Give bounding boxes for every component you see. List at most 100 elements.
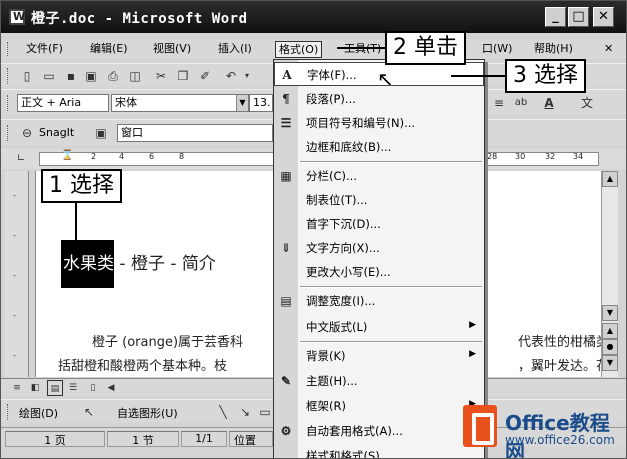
autoshapes-button[interactable]: 自选图形(U) (117, 405, 178, 421)
select-objects-icon[interactable]: ↖ (81, 404, 97, 420)
menu-item-asian-layout[interactable]: 中文版式(L) ▶ (274, 315, 484, 339)
status-position: 位置 (229, 431, 273, 447)
maximize-button[interactable]: □ (568, 7, 589, 27)
menu-view[interactable]: 视图(V) (150, 41, 194, 58)
menu-item-label: 框架(R) (306, 399, 346, 413)
document-heading[interactable]: 水果类 - 橙子 - 简介 (61, 240, 216, 288)
rectangle-icon[interactable]: ▭ (257, 404, 273, 420)
indent-marker[interactable]: ⌛ (61, 150, 73, 161)
highlight-icon[interactable]: ab (513, 95, 529, 111)
normal-view-icon[interactable]: ≡ (9, 380, 25, 396)
arrow-icon[interactable]: ↘ (237, 404, 253, 420)
menu-item-frames[interactable]: 框架(R) ▶ (274, 394, 484, 418)
format-menu-dropdown: A 字体(F)... ¶ 段落(P)... ☰ 项目符号和编号(N)... 边框… (273, 59, 485, 458)
open-folder-icon[interactable]: ▭ (41, 68, 57, 84)
menu-help[interactable]: 帮助(H) (531, 41, 576, 58)
toolbar-grip[interactable] (7, 68, 10, 84)
menu-item-background[interactable]: 背景(K) ▶ (274, 344, 484, 368)
new-document-icon[interactable]: ▯ (19, 68, 35, 84)
menu-format[interactable]: 格式(O) (275, 41, 323, 58)
scroll-up-icon[interactable]: ▲ (602, 171, 618, 187)
ruler-tick: - (13, 271, 16, 280)
font-select[interactable]: 宋体 ▼ (111, 94, 249, 112)
menu-item-theme[interactable]: ✎ 主题(H)... (274, 369, 484, 393)
ruler-tick: - (13, 191, 16, 200)
draw-menu-button[interactable]: 绘图(D) (19, 405, 58, 421)
menu-separator (300, 341, 482, 343)
menu-item-label: 分栏(C)... (306, 169, 357, 183)
menu-item-columns[interactable]: ▦ 分栏(C)... (274, 164, 484, 188)
tab-selector-icon[interactable]: ∟ (13, 151, 29, 167)
mouse-cursor-icon: ↖ (377, 67, 394, 91)
align-icon[interactable]: ≡ (491, 95, 507, 111)
callout-line (451, 75, 505, 77)
snagit-icon[interactable]: ⊖ (19, 125, 35, 141)
selected-text[interactable]: 水果类 (61, 240, 114, 288)
menu-item-label: 段落(P)... (306, 92, 356, 106)
menu-item-drop-cap[interactable]: 首字下沉(D)... (274, 212, 484, 236)
menu-tools[interactable]: 工具(T) (341, 41, 384, 58)
toolbar-grip[interactable] (7, 404, 10, 420)
menu-item-styles-formatting[interactable]: 样式和格式(S)... (274, 444, 484, 458)
minimize-button[interactable]: _ (545, 7, 566, 27)
menu-item-fit-text[interactable]: ▤ 调整宽度(I)... (274, 289, 484, 313)
next-page-icon[interactable]: ▼ (602, 355, 618, 371)
menu-file[interactable]: 文件(F) (23, 41, 66, 58)
print-preview-icon[interactable]: ◫ (127, 68, 143, 84)
select-browse-object-icon[interactable]: ● (602, 339, 618, 355)
menu-item-change-case[interactable]: 更改大小写(E)... (274, 260, 484, 284)
chevron-down-icon[interactable]: ▼ (236, 95, 248, 111)
font-size-select[interactable]: 13. (249, 94, 273, 112)
capture-icon[interactable]: ▣ (93, 125, 109, 141)
save-icon[interactable]: ▪ (63, 68, 79, 84)
style-select[interactable]: 正文 + Aria (17, 94, 109, 112)
menu-insert[interactable]: 插入(I) (215, 41, 255, 58)
snagit-label[interactable]: SnagIt (39, 126, 74, 139)
vertical-scrollbar[interactable]: ▲ ▼ ▲ ● ▼ (601, 171, 618, 377)
paragraph-line-1-right: 代表性的柑橘类 (518, 335, 601, 350)
close-document-button[interactable]: ✕ (601, 41, 616, 58)
previous-page-icon[interactable]: ▲ (602, 323, 618, 339)
scroll-left-icon[interactable]: ◀ (103, 380, 119, 396)
callout-line (75, 203, 77, 247)
menu-item-autoformat[interactable]: ⚙ 自动套用格式(A)... (274, 419, 484, 443)
menu-item-bullets-numbering[interactable]: ☰ 项目符号和编号(N)... (274, 111, 484, 135)
vertical-ruler[interactable]: - - - - - (5, 171, 29, 377)
heading-rest: - 橙子 - 简介 (114, 254, 216, 274)
outline-view-icon[interactable]: ☰ (65, 380, 81, 396)
menu-item-label: 更改大小写(E)... (306, 265, 391, 279)
menu-item-text-direction[interactable]: ⇓ 文字方向(X)... (274, 236, 484, 260)
font-size-value: 13. (253, 96, 271, 109)
format-painter-icon[interactable]: ✐ (197, 68, 213, 84)
print-layout-icon[interactable]: ▤ (47, 380, 63, 396)
toolbar-grip[interactable] (7, 125, 10, 141)
menu-window[interactable]: 口(W) (479, 41, 515, 58)
callout-step-3: 3 选择 (505, 59, 586, 93)
menu-item-label: 主题(H)... (306, 374, 358, 388)
toolbar-grip[interactable] (7, 42, 10, 56)
copy-icon[interactable]: ❐ (175, 68, 191, 84)
capture-mode-select[interactable]: 窗口 (117, 124, 273, 142)
callout-step-1: 1 选择 (41, 169, 122, 203)
menu-item-label: 字体(F)... (307, 68, 357, 82)
print-icon[interactable]: ⎙ (105, 68, 121, 84)
cut-icon[interactable]: ✂ (153, 68, 169, 84)
menu-item-borders-shading[interactable]: 边框和底纹(B)... (274, 135, 484, 159)
toolbar-grip[interactable] (7, 95, 10, 111)
undo-icon[interactable]: ↶ (223, 68, 239, 84)
reading-view-icon[interactable]: ▯ (85, 380, 101, 396)
menu-item-tabs[interactable]: 制表位(T)... (274, 188, 484, 212)
ruler-number: 8 (179, 152, 185, 161)
phonetic-guide-icon[interactable]: 文 (579, 95, 595, 111)
word-app-icon[interactable] (9, 9, 25, 25)
font-color-icon[interactable]: A (541, 95, 557, 111)
line-icon[interactable]: ╲ (215, 404, 231, 420)
permission-icon[interactable]: ▣ (83, 68, 99, 84)
close-button[interactable]: ✕ (593, 7, 614, 27)
menu-separator (300, 286, 482, 288)
scroll-down-icon[interactable]: ▼ (602, 305, 618, 321)
undo-dropdown-icon[interactable]: ▾ (239, 68, 255, 84)
word-window: 橙子.doc - Microsoft Word _ □ ✕ 文件(F) 编辑(E… (0, 0, 627, 459)
web-view-icon[interactable]: ◧ (27, 380, 43, 396)
menu-edit[interactable]: 编辑(E) (87, 41, 131, 58)
